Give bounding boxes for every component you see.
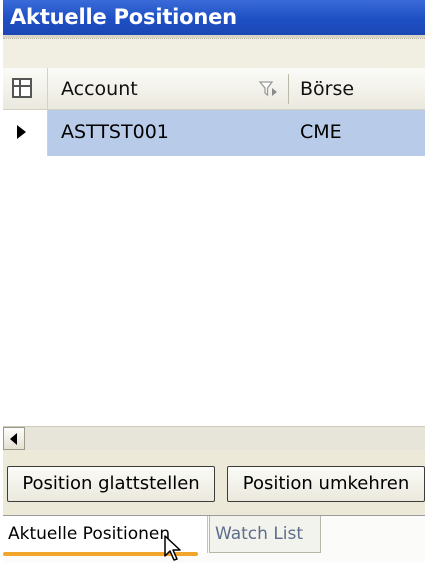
- column-header-boerse[interactable]: Börse: [300, 78, 354, 100]
- grid-header-row: Account Börse: [3, 68, 425, 110]
- tab-strip: Aktuelle Positionen Watch List: [3, 515, 425, 563]
- table-row[interactable]: ASTTST001 CME: [3, 110, 425, 156]
- grid-group-area: [3, 38, 425, 68]
- horizontal-scrollbar[interactable]: [3, 426, 425, 450]
- mouse-cursor-icon: [164, 535, 181, 561]
- filter-icon[interactable]: [258, 79, 280, 99]
- row-selector[interactable]: [3, 110, 48, 156]
- close-position-button[interactable]: Position glattstellen: [7, 466, 215, 502]
- tab-label: Aktuelle Positionen: [8, 524, 171, 544]
- current-row-arrow-icon: [17, 125, 26, 139]
- tab-watch-list[interactable]: Watch List: [209, 516, 321, 553]
- arrow-left-icon: [10, 433, 17, 445]
- column-divider[interactable]: [288, 74, 289, 104]
- cell-boerse[interactable]: CME: [300, 121, 342, 143]
- panel-title: Aktuelle Positionen: [10, 5, 237, 29]
- column-chooser-button[interactable]: [3, 68, 48, 110]
- scroll-left-button[interactable]: [3, 427, 25, 450]
- positions-panel: Aktuelle Positionen Account Börse ASTTST…: [3, 0, 425, 563]
- panel-titlebar: Aktuelle Positionen: [3, 0, 425, 38]
- tab-label: Watch List: [215, 524, 304, 544]
- reverse-position-button[interactable]: Position umkehren: [227, 466, 425, 502]
- column-chooser-icon: [12, 78, 32, 98]
- grid-empty-area: [3, 156, 425, 426]
- column-header-account[interactable]: Account: [61, 78, 138, 100]
- cell-account[interactable]: ASTTST001: [61, 121, 169, 143]
- action-button-bar: Position glattstellen Position umkehren: [3, 450, 425, 515]
